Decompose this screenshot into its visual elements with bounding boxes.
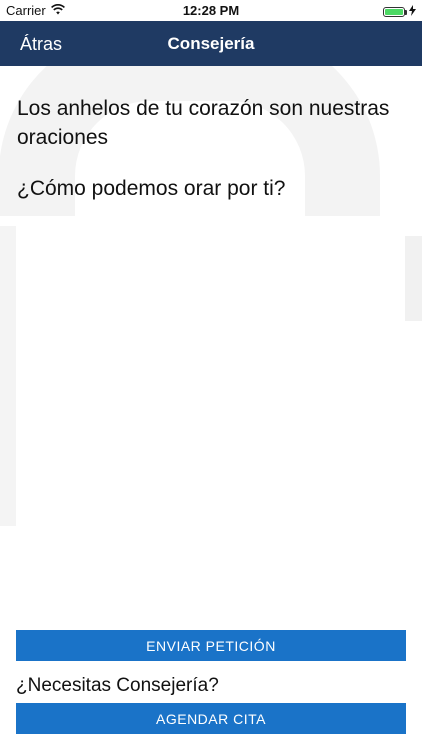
schedule-appointment-button[interactable]: AGENDAR CITA bbox=[16, 703, 406, 734]
battery-fill bbox=[385, 8, 403, 15]
headline: Los anhelos de tu corazón son nuestras o… bbox=[17, 97, 390, 149]
charging-icon bbox=[409, 4, 416, 19]
send-request-button[interactable]: ENVIAR PETICIÓN bbox=[16, 630, 406, 661]
battery-icon bbox=[383, 6, 407, 17]
status-right bbox=[383, 4, 416, 19]
page-title: Consejería bbox=[167, 34, 255, 53]
status-bar: Carrier 12:28 PM bbox=[0, 0, 422, 21]
status-time: 12:28 PM bbox=[182, 3, 240, 18]
need-counsel-label: ¿Necesitas Consejería? bbox=[16, 675, 219, 696]
navigation-bar: Átras Consejería bbox=[0, 21, 422, 66]
main-content: Los anhelos de tu corazón son nuestras o… bbox=[17, 94, 407, 203]
prayer-question: ¿Cómo podemos orar por ti? bbox=[17, 177, 286, 200]
